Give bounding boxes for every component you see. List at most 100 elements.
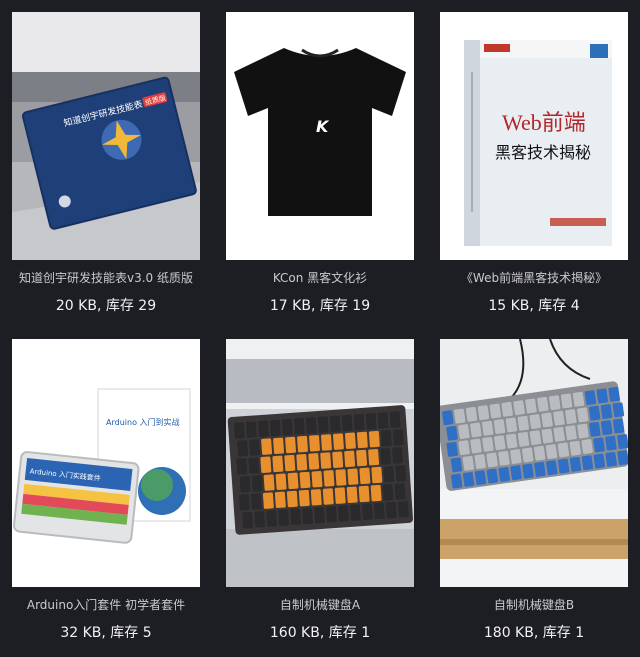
keycap — [593, 453, 606, 469]
keycap — [290, 508, 302, 526]
keycap — [251, 475, 263, 492]
keycap — [356, 449, 368, 467]
keycap — [549, 395, 561, 411]
keycap — [569, 440, 582, 456]
product-card[interactable]: 自制机械键盘B 180 KB, 库存 1 — [440, 339, 628, 643]
keyboard-b-image[interactable] — [440, 339, 628, 587]
keycap — [373, 502, 385, 520]
product-card[interactable]: K KCon 黑客文化衫 17 KB, 库存 19 — [226, 12, 414, 316]
keycap — [356, 431, 368, 449]
keycap — [302, 507, 313, 525]
stock-count: 1 — [575, 625, 585, 641]
keycap — [517, 415, 530, 431]
keycap — [474, 470, 487, 486]
keycap — [293, 418, 305, 435]
product-card[interactable]: Web前端 黑客技术揭秘 《Web前端黑客技术揭秘》 15 KB, 库存 4 — [440, 12, 628, 316]
stock-label: 库存 — [328, 625, 357, 641]
file-size: 20 KB — [55, 298, 97, 314]
keycap — [353, 413, 365, 431]
product-title[interactable]: KCon 黑客文化衫 — [226, 269, 414, 287]
book-cover-title: Web前端 — [502, 110, 586, 135]
keyboard-a-image[interactable] — [226, 339, 414, 587]
keycap — [370, 484, 382, 502]
keycap — [576, 407, 589, 423]
stock-label: 库存 — [319, 298, 348, 314]
stock-label: 库存 — [105, 298, 134, 314]
keycap — [249, 439, 261, 456]
keycap — [368, 430, 380, 448]
keycap — [560, 393, 573, 409]
keycap — [329, 415, 341, 433]
keycap — [266, 510, 278, 527]
keycap — [310, 489, 322, 506]
keycap — [262, 492, 274, 509]
product-title[interactable]: Arduino入门套件 初学者套件 — [12, 596, 200, 614]
keycap — [557, 458, 570, 474]
keycap — [311, 470, 323, 488]
keycap — [299, 471, 311, 489]
keycap — [458, 424, 470, 440]
keycap — [394, 483, 406, 500]
product-title[interactable]: 自制机械键盘A — [226, 596, 414, 614]
keycap — [298, 489, 310, 507]
keycap — [474, 454, 486, 470]
keycap — [600, 404, 613, 419]
keycap — [323, 470, 335, 487]
keycap — [263, 474, 275, 491]
separator: , — [533, 625, 543, 641]
keycap — [494, 435, 506, 451]
keycap — [347, 468, 359, 485]
file-size: 32 KB — [60, 625, 102, 641]
keycap — [565, 425, 577, 441]
book-cover-subtitle: 黑客技术揭秘 — [495, 143, 591, 162]
arduino-kit-image[interactable]: Arduino 入门到实战 Arduino 入门实践套件 — [12, 339, 200, 587]
black-tshirt-image[interactable]: K — [226, 12, 414, 260]
keycap — [382, 484, 394, 501]
book-cover-image[interactable]: Web前端 黑客技术揭秘 — [440, 12, 628, 260]
keycap — [505, 417, 518, 433]
skill-table-booklet-image[interactable]: 知道创宇研发技能表 纸质版 — [12, 12, 200, 260]
separator: , — [319, 625, 329, 641]
separator: , — [310, 298, 320, 314]
keycap — [385, 501, 397, 519]
keycap — [261, 438, 273, 455]
keycap — [537, 396, 549, 412]
keycap — [541, 412, 553, 428]
stock-label: 库存 — [110, 625, 139, 641]
keycap — [287, 472, 299, 490]
product-title[interactable]: 《Web前端黑客技术揭秘》 — [440, 269, 628, 287]
product-title[interactable]: 知道创宇研发技能表v3.0 纸质版 — [12, 269, 200, 287]
keycap — [565, 409, 577, 424]
keycap — [275, 473, 287, 490]
keycap — [296, 454, 308, 471]
keycap — [320, 452, 332, 469]
keycap — [533, 445, 546, 461]
keycap — [462, 471, 475, 487]
keycap — [584, 390, 597, 406]
keycap — [593, 437, 605, 453]
product-card[interactable]: Arduino 入门到实战 Arduino 入门实践套件 Arduino入门套件… — [12, 339, 200, 643]
separator: , — [96, 298, 106, 314]
product-meta: 160 KB, 库存 1 — [226, 623, 414, 643]
keycap — [510, 449, 522, 465]
keycap — [477, 405, 490, 421]
keycap — [581, 455, 594, 471]
keycap — [321, 434, 332, 451]
keycap — [278, 509, 290, 526]
keycap — [617, 450, 628, 466]
keycap — [233, 422, 245, 439]
keycap — [505, 433, 518, 449]
keycap — [553, 426, 565, 442]
stock-count: 1 — [361, 625, 371, 641]
keycap — [242, 511, 254, 529]
keycap — [368, 448, 380, 466]
keycap — [581, 439, 593, 455]
stock-count: 5 — [142, 625, 152, 641]
product-card[interactable]: 自制机械键盘A 160 KB, 库存 1 — [226, 339, 414, 643]
product-title[interactable]: 自制机械键盘B — [440, 596, 628, 614]
keycap — [371, 466, 383, 484]
stock-count: 29 — [138, 298, 157, 314]
product-card[interactable]: 知道创宇研发技能表 纸质版 知道创宇研发技能表v3.0 纸质版 20 KB, 库… — [12, 12, 200, 316]
keycap — [470, 438, 482, 454]
keycap — [237, 440, 249, 457]
